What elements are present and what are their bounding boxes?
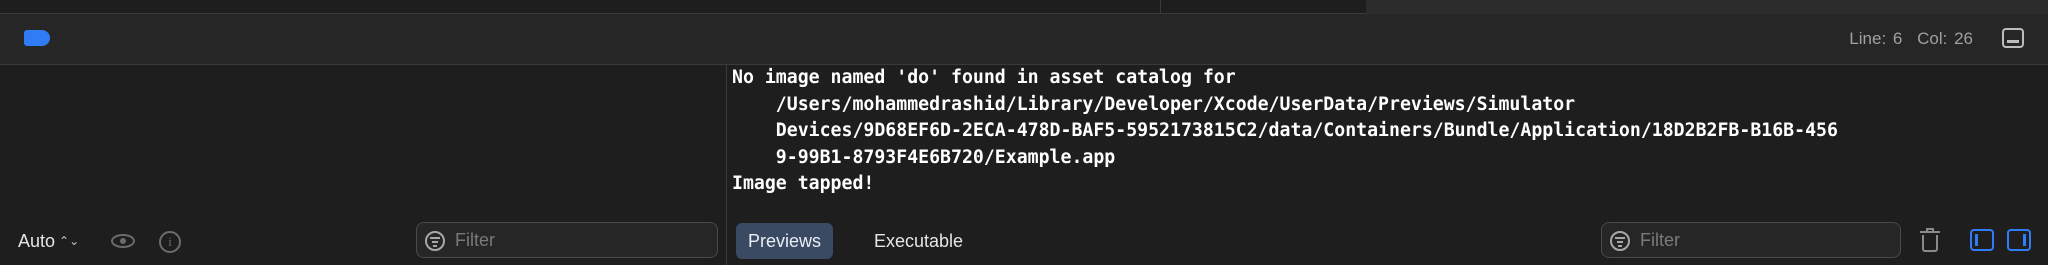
show-left-pane-icon[interactable] xyxy=(1970,229,1994,251)
trash-icon[interactable] xyxy=(1920,228,1940,253)
eye-icon[interactable] xyxy=(111,234,135,248)
line-label: Line: xyxy=(1849,29,1887,48)
scope-select[interactable]: Auto ⌃⌄ xyxy=(18,231,79,252)
filter-icon xyxy=(425,231,445,251)
editor-bottom-edge xyxy=(0,0,2048,14)
console-filter-input[interactable]: Filter xyxy=(1601,222,1901,258)
variables-filter-input[interactable]: Filter xyxy=(416,222,718,258)
editor-scroll-region xyxy=(1366,0,2048,14)
cursor-position: Line: 6 Col: 26 xyxy=(1847,29,1973,49)
console-line: No image named 'do' found in asset catal… xyxy=(732,67,1236,88)
show-right-pane-icon[interactable] xyxy=(2007,229,2031,251)
console-line: /Users/mohammedrashid/Library/Developer/… xyxy=(732,93,1576,115)
tab-previews[interactable]: Previews xyxy=(736,223,834,259)
console-line: 9-99B1-8793F4E6B720/Example.app xyxy=(732,146,1116,168)
console-line: Devices/9D68EF6D-2ECA-478D-BAF5-59521738… xyxy=(732,120,1838,141)
col-value: 26 xyxy=(1954,29,1973,48)
console-output: No image named 'do' found in asset catal… xyxy=(732,65,1838,198)
breakpoints-toggle-icon[interactable] xyxy=(24,30,50,46)
chevron-updown-icon: ⌃⌄ xyxy=(59,234,80,248)
debug-area: Line: 6 Col: 26 No image named 'do' foun… xyxy=(0,0,2048,265)
filter-placeholder: Filter xyxy=(455,230,495,250)
tab-executable[interactable]: Executable xyxy=(862,223,975,259)
col-label: Col: xyxy=(1917,29,1948,48)
console-line: Image tapped! xyxy=(732,173,875,194)
hide-debug-area-icon[interactable] xyxy=(2002,28,2024,48)
line-value: 6 xyxy=(1892,29,1903,48)
scope-select-label: Auto xyxy=(18,231,56,251)
filter-icon xyxy=(1610,231,1630,251)
debug-bar: Line: 6 Col: 26 xyxy=(0,14,2048,65)
divider xyxy=(1160,0,1161,14)
info-icon[interactable]: i xyxy=(159,231,181,253)
filter-placeholder: Filter xyxy=(1640,230,1680,250)
